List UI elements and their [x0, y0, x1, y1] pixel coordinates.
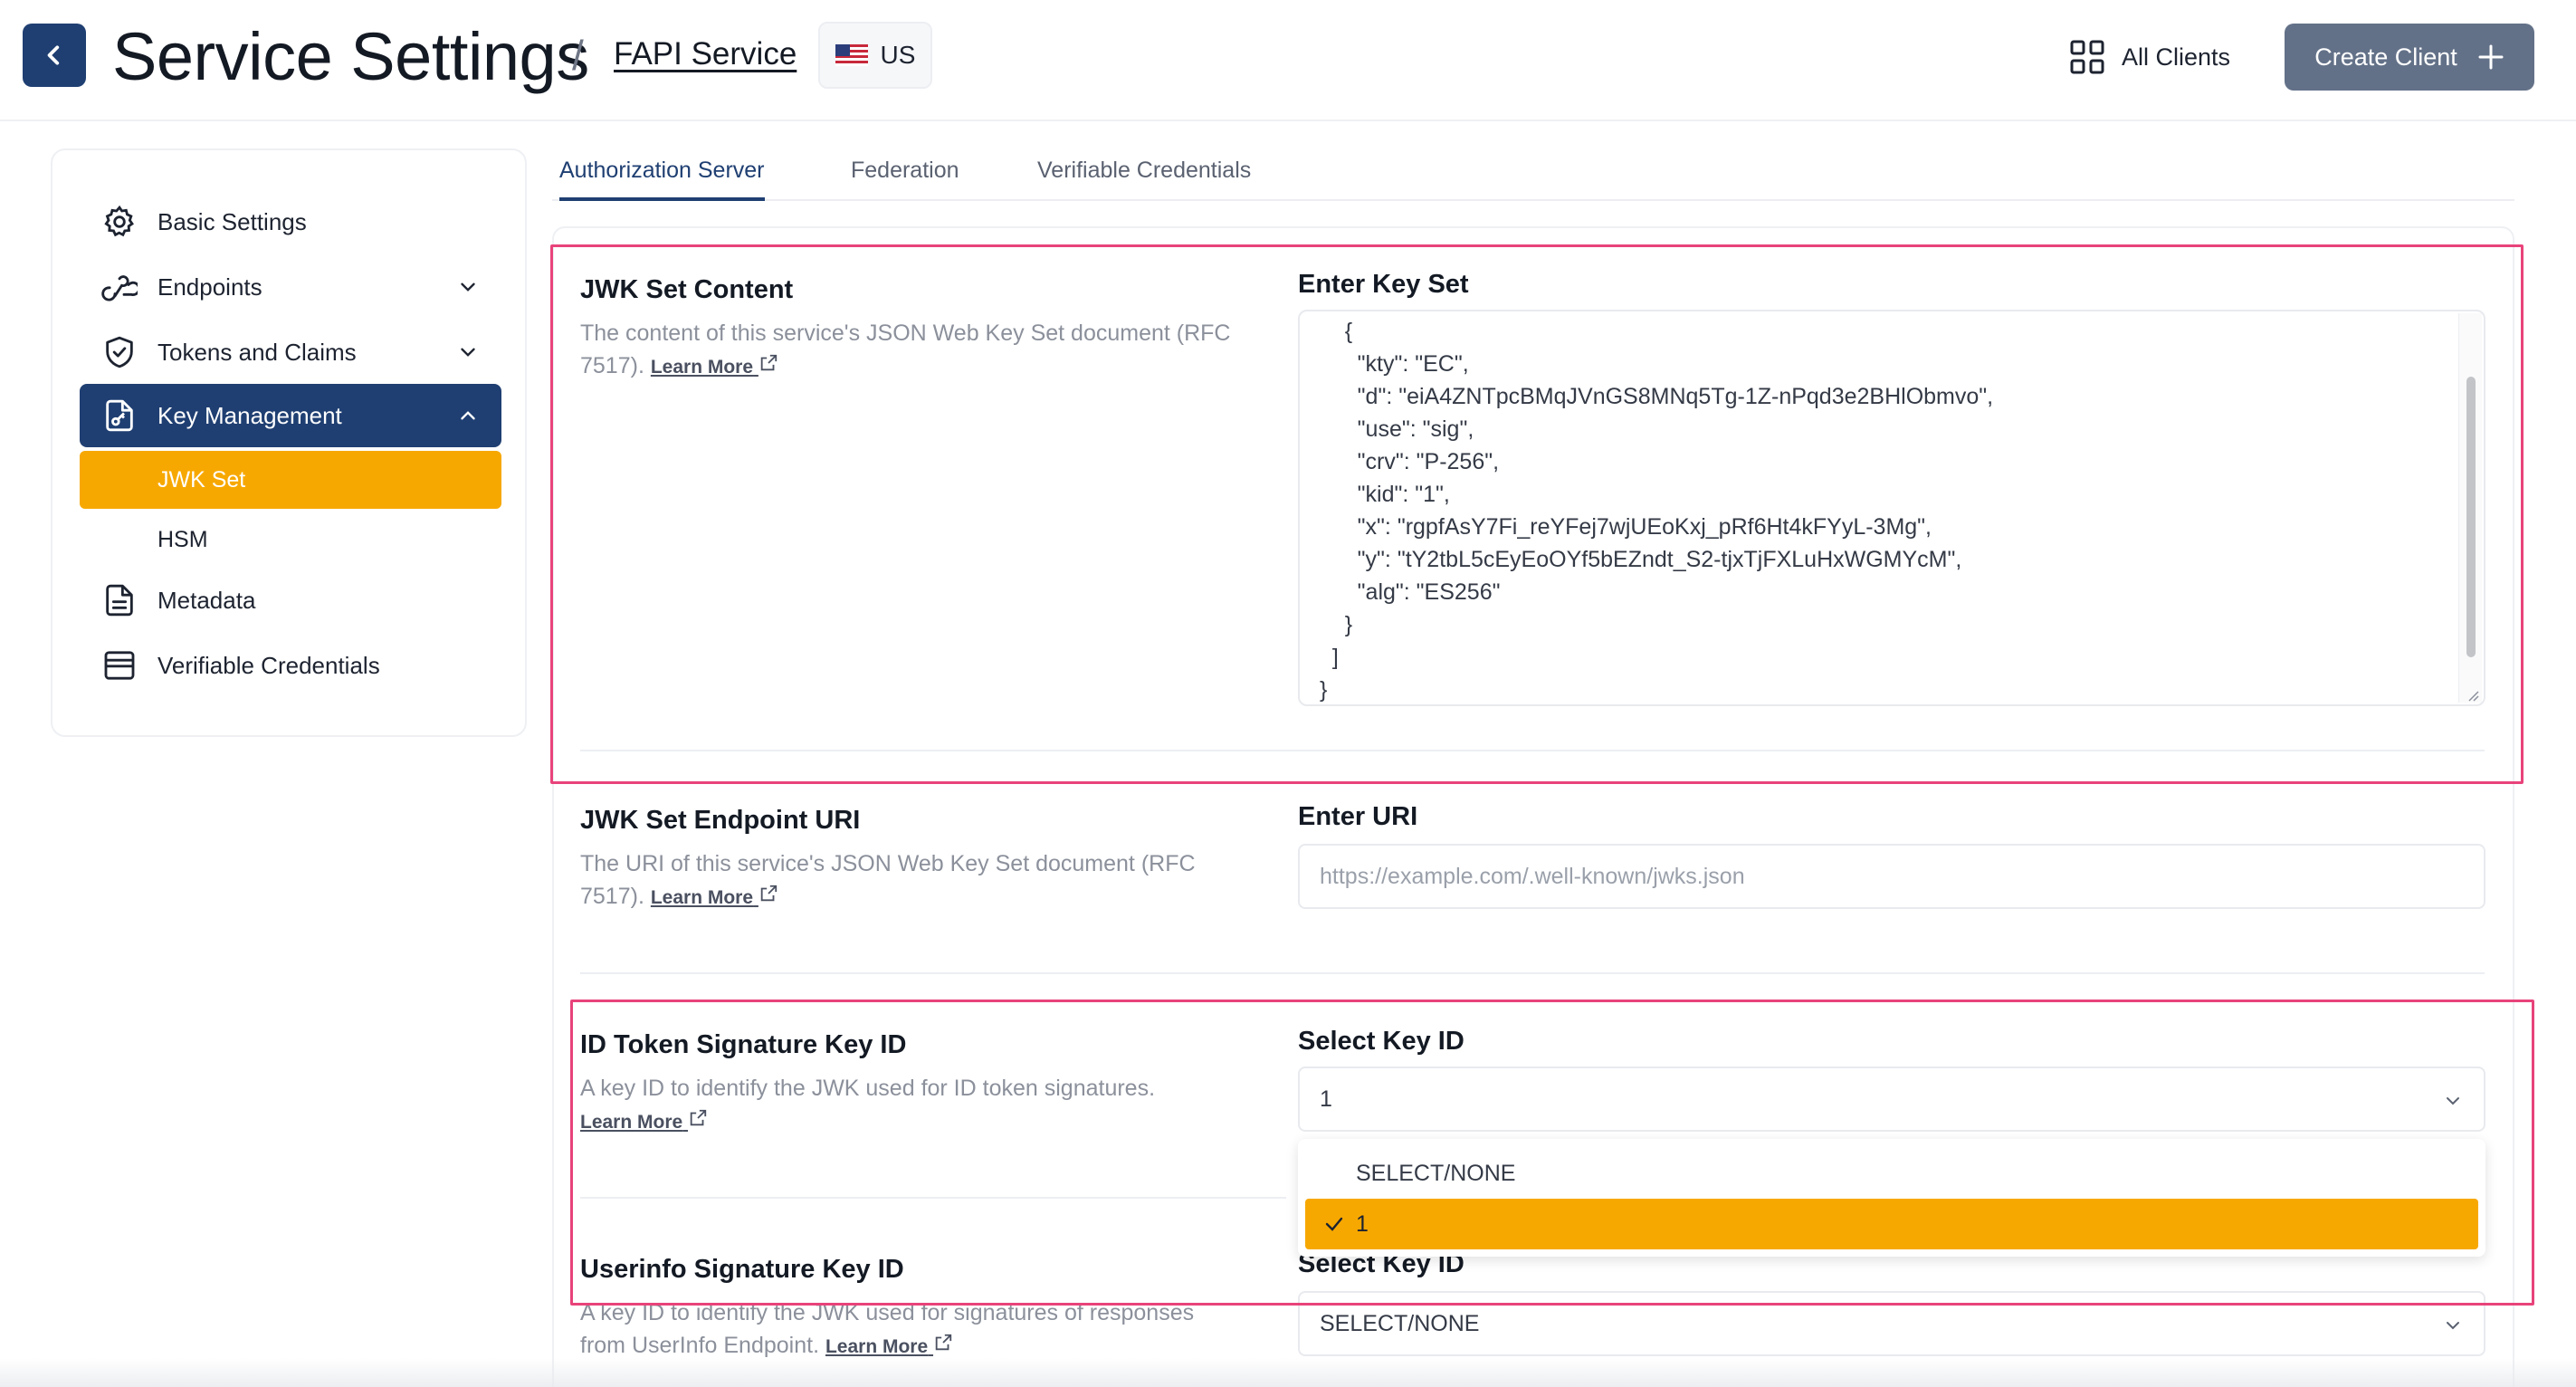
dropdown-option[interactable]: SELECT/NONE	[1305, 1148, 2478, 1199]
jwk-set-content-title: JWK Set Content	[580, 275, 794, 304]
sidebar-item-label: Basic Settings	[157, 207, 307, 235]
enter-key-set-label: Enter Key Set	[1298, 270, 1469, 299]
key-set-textarea[interactable]: { "kty": "EC", "d": "eiA4ZNTpcBMqJVnGS8M…	[1298, 310, 2485, 706]
jwk-uri-field[interactable]	[1298, 844, 2485, 909]
external-link-icon	[690, 1109, 707, 1126]
section-divider	[580, 972, 2485, 974]
select-key-id-label: Select Key ID	[1298, 1027, 1465, 1056]
document-icon	[106, 584, 133, 617]
settings-sidebar: Basic Settings Endpoints Tokens and Clai…	[51, 148, 527, 737]
sidebar-item-label: Endpoints	[157, 273, 262, 301]
service-name-link[interactable]: FAPI Service	[614, 36, 797, 72]
chevron-down-icon	[2447, 1097, 2459, 1105]
learn-more-link[interactable]: Learn More	[580, 1109, 708, 1133]
learn-more-label: Learn More	[580, 1112, 683, 1133]
us-flag-icon	[835, 44, 868, 66]
learn-more-label: Learn More	[825, 1336, 929, 1357]
jwk-set-endpoint-uri-title: JWK Set Endpoint URI	[580, 806, 861, 835]
userinfo-signature-key-title: Userinfo Signature Key ID	[580, 1255, 904, 1284]
page-title: Service Settings	[112, 19, 589, 94]
sidebar-item-tokens-and-claims[interactable]: Tokens and Claims	[80, 320, 501, 384]
shield-check-icon	[106, 336, 133, 368]
region-label: US	[880, 41, 916, 69]
external-link-icon	[760, 354, 778, 371]
resize-handle-icon[interactable]	[2464, 686, 2480, 703]
sidebar-item-verifiable-credentials[interactable]: Verifiable Credentials	[80, 634, 501, 697]
tab-verifiable-credentials[interactable]: Verifiable Credentials	[1037, 158, 1251, 201]
learn-more-link[interactable]: Learn More	[650, 885, 778, 908]
create-client-label: Create Client	[2314, 43, 2457, 71]
create-client-button[interactable]: Create Client	[2285, 24, 2534, 91]
chevron-down-icon	[461, 348, 475, 357]
plus-icon	[2478, 44, 2504, 70]
textarea-scrollbar[interactable]	[2458, 313, 2482, 703]
settings-tabs: Authorization Server Federation Verifiab…	[552, 145, 2514, 201]
description-text: A key ID to identify the JWK used for ID…	[580, 1076, 1156, 1101]
external-link-icon	[935, 1334, 952, 1351]
option-label: 1	[1356, 1210, 1369, 1237]
grid-icon	[2070, 40, 2104, 74]
sidebar-item-metadata[interactable]: Metadata	[80, 569, 501, 632]
sidebar-subitem-jwk-set[interactable]: JWK Set	[80, 451, 501, 509]
userinfo-key-select[interactable]: SELECT/NONE	[1298, 1291, 2485, 1356]
sidebar-item-endpoints[interactable]: Endpoints	[80, 255, 501, 319]
all-clients-link[interactable]: All Clients	[2069, 34, 2230, 80]
chevron-down-icon	[461, 282, 475, 292]
sidebar-item-label: Tokens and Claims	[157, 338, 357, 366]
learn-more-link[interactable]: Learn More	[825, 1334, 953, 1357]
enter-uri-label: Enter URI	[1298, 802, 1418, 831]
all-clients-label: All Clients	[2122, 43, 2231, 71]
userinfo-signature-key-description: A key ID to identify the JWK used for si…	[580, 1296, 1232, 1363]
tab-federation[interactable]: Federation	[851, 158, 959, 201]
gear-icon	[104, 205, 134, 237]
jwk-set-content-description: The content of this service's JSON Web K…	[580, 317, 1232, 384]
jwk-uri-input[interactable]	[1320, 846, 2484, 907]
id-token-signature-key-title: ID Token Signature Key ID	[580, 1030, 907, 1059]
webhook-icon	[101, 275, 138, 301]
key-set-content: { "kty": "EC", "d": "eiA4ZNTpcBMqJVnGS8M…	[1320, 319, 1994, 703]
learn-more-label: Learn More	[650, 357, 754, 378]
key-document-icon	[106, 399, 133, 432]
learn-more-label: Learn More	[650, 887, 754, 908]
region-selector[interactable]: US	[818, 22, 932, 89]
check-icon	[1325, 1217, 1343, 1231]
sidebar-item-label: Verifiable Credentials	[157, 651, 380, 679]
bottom-shadow	[0, 1358, 2576, 1387]
sidebar-item-label: Metadata	[157, 586, 256, 614]
external-link-icon	[760, 885, 778, 902]
chevron-up-icon	[461, 411, 475, 420]
breadcrumb-separator: /	[572, 32, 584, 79]
sidebar-item-label: Key Management	[157, 401, 342, 429]
selected-value: SELECT/NONE	[1320, 1310, 1480, 1336]
chevron-left-icon	[47, 45, 60, 65]
tab-authorization-server[interactable]: Authorization Server	[559, 158, 765, 201]
jwk-set-endpoint-uri-description: The URI of this service's JSON Web Key S…	[580, 847, 1232, 914]
sidebar-item-basic-settings[interactable]: Basic Settings	[80, 190, 501, 253]
credential-card-icon	[104, 651, 135, 680]
id-token-key-select[interactable]: 1	[1298, 1067, 2485, 1132]
sidebar-subitem-hsm[interactable]: HSM	[80, 511, 501, 569]
dropdown-option-selected[interactable]: 1	[1305, 1199, 2478, 1249]
id-token-signature-key-description: A key ID to identify the JWK used for ID…	[580, 1072, 1232, 1139]
learn-more-link[interactable]: Learn More	[650, 354, 778, 378]
sidebar-item-key-management[interactable]: Key Management	[80, 384, 501, 447]
top-header: Service Settings / FAPI Service US All C…	[0, 0, 2576, 121]
back-button[interactable]	[23, 24, 86, 87]
section-divider	[580, 1197, 1286, 1199]
section-divider	[580, 750, 2485, 751]
chevron-down-icon	[2447, 1322, 2459, 1330]
scrollbar-thumb[interactable]	[2466, 377, 2476, 657]
selected-value: 1	[1320, 1086, 1332, 1112]
key-id-dropdown-menu: SELECT/NONE 1	[1298, 1139, 2485, 1257]
